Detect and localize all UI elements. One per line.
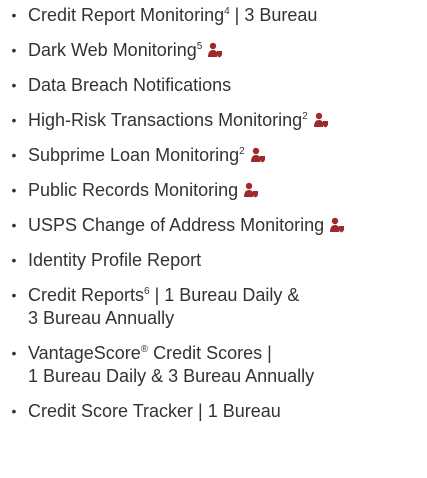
footnote-ref: 5 xyxy=(196,41,203,52)
list-item: • High-Risk Transactions Monitoring2 xyxy=(8,109,427,132)
bullet: • xyxy=(11,182,17,198)
list-item: • Public Records Monitoring xyxy=(8,179,427,202)
footnote-ref: 2 xyxy=(239,146,245,157)
feature-label: Public Records Monitoring xyxy=(28,180,239,200)
bullet: • xyxy=(11,217,17,233)
feature-label: Credit Reports xyxy=(28,285,145,305)
list-item: • Data Breach Notifications xyxy=(8,74,427,97)
bullet: • xyxy=(11,403,17,419)
feature-line-1: Credit Reports6 | 1 Bureau Daily & xyxy=(28,284,427,307)
list-item: • Credit Reports6 | 1 Bureau Daily & 3 B… xyxy=(8,284,427,330)
feature-label: Data Breach Notifications xyxy=(28,75,232,95)
person-alert-icon xyxy=(313,112,328,128)
person-alert-icon xyxy=(330,217,345,233)
feature-label: Identity Profile Report xyxy=(28,250,202,270)
person-alert-icon xyxy=(244,182,259,198)
feature-suffix: | 1 Bureau Daily & xyxy=(149,285,300,305)
list-item: • Identity Profile Report xyxy=(8,249,427,272)
feature-label: USPS Change of Address Monitoring xyxy=(28,215,325,235)
bullet: • xyxy=(11,345,17,361)
bullet: • xyxy=(11,287,17,303)
feature-suffix: Credit Scores | xyxy=(148,343,272,363)
feature-label: High-Risk Transactions Monitoring xyxy=(28,110,303,130)
feature-line-2: 3 Bureau Annually xyxy=(28,308,175,328)
list-item: • Subprime Loan Monitoring2 xyxy=(8,144,427,167)
person-alert-icon xyxy=(208,42,223,58)
list-item: • Credit Report Monitoring4 | 3 Bureau xyxy=(8,4,427,27)
feature-label: Subprime Loan Monitoring xyxy=(28,145,240,165)
bullet: • xyxy=(11,42,17,58)
bullet: • xyxy=(11,112,17,128)
bullet: • xyxy=(11,7,17,23)
bullet: • xyxy=(11,252,17,268)
feature-list: • Credit Report Monitoring4 | 3 Bureau • D… xyxy=(0,0,427,423)
list-item: • USPS Change of Address Monitoring xyxy=(8,214,427,237)
feature-label: Dark Web Monitoring xyxy=(28,40,197,60)
bullet: • xyxy=(11,147,17,163)
footnote-ref: 2 xyxy=(302,111,308,122)
person-alert-icon xyxy=(250,147,265,163)
feature-line-1: VantageScore® Credit Scores | xyxy=(28,342,427,365)
feature-suffix: | 3 Bureau xyxy=(229,5,318,25)
feature-label: VantageScore xyxy=(28,343,141,363)
list-item: • VantageScore® Credit Scores | 1 Bureau… xyxy=(8,342,427,388)
feature-label: Credit Report Monitoring xyxy=(28,5,225,25)
bullet: • xyxy=(11,77,17,93)
list-item: • Credit Score Tracker | 1 Bureau xyxy=(8,400,427,423)
list-item: • Dark Web Monitoring5 xyxy=(8,39,427,62)
feature-label: Credit Score Tracker | 1 Bureau xyxy=(28,401,281,421)
feature-line-2: 1 Bureau Daily & 3 Bureau Annually xyxy=(28,366,315,386)
